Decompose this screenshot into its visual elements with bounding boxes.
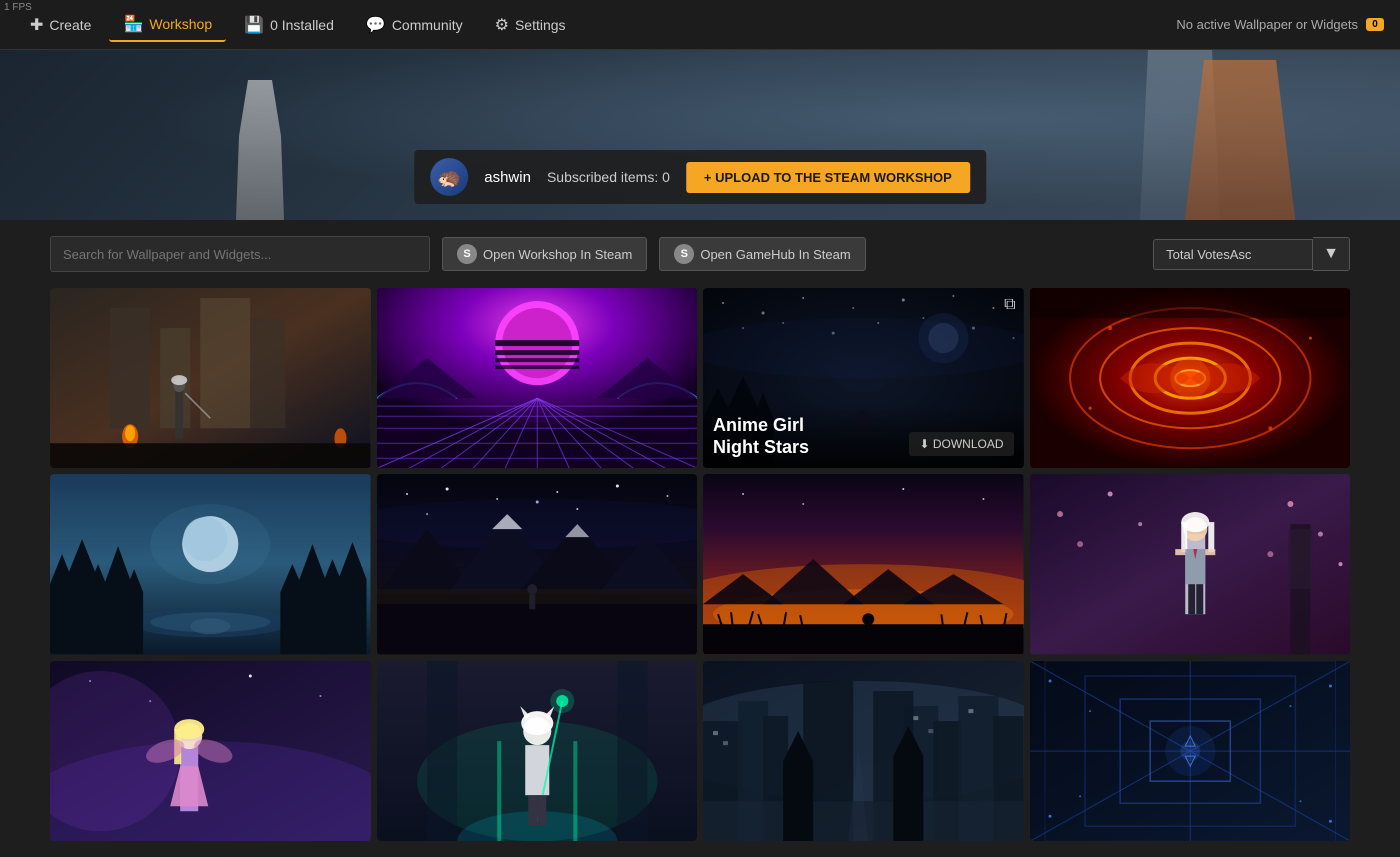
wallpaper-card-7[interactable] (703, 474, 1024, 654)
sort-select[interactable]: Total VotesAsc Total VotesDesc Newest (1153, 239, 1313, 270)
status-text: No active Wallpaper or Widgets (1176, 17, 1358, 32)
card-3-overlay: ⧉ Anime GirlNight Stars ⬇ DOWNLOAD (703, 288, 1024, 468)
notification-badge[interactable]: 0 (1366, 18, 1384, 31)
nav-settings-label: Settings (515, 17, 566, 33)
search-input[interactable] (50, 236, 430, 272)
steam-icon-workshop: S (457, 244, 477, 264)
nav-create-label: Create (49, 17, 91, 33)
wallpaper-card-12[interactable] (1030, 661, 1351, 841)
wallpaper-card-2[interactable] (377, 288, 698, 468)
sort-dropdown: Total VotesAsc Total VotesDesc Newest ▼ (1153, 237, 1350, 271)
download-button[interactable]: ⬇ DOWNLOAD (909, 432, 1013, 456)
wallpaper-card-3[interactable]: ⧉ Anime GirlNight Stars ⬇ DOWNLOAD (703, 288, 1024, 468)
upload-workshop-button[interactable]: + UPLOAD TO THE STEAM WORKSHOP (686, 162, 970, 193)
open-workshop-button[interactable]: S Open Workshop In Steam (442, 237, 647, 271)
wallpaper-card-5[interactable] (50, 474, 371, 654)
sort-dropdown-arrow[interactable]: ▼ (1313, 237, 1350, 271)
subscribed-count: Subscribed items: 0 (547, 169, 670, 185)
nav-right: No active Wallpaper or Widgets 0 (1176, 17, 1384, 32)
fps-label: 1 FPS (4, 2, 32, 13)
nav-installed[interactable]: 💾 0 Installed (230, 9, 348, 41)
settings-icon: ⚙ (495, 15, 509, 35)
top-navigation: 1 FPS ✚ Create 🏪 Workshop 💾 0 Installed … (0, 0, 1400, 50)
wallpaper-card-8[interactable] (1030, 474, 1351, 654)
nav-community[interactable]: 💬 Community (352, 9, 477, 41)
external-link-icon[interactable]: ⧉ (1004, 296, 1015, 314)
profile-bar: 🦔 ashwin Subscribed items: 0 + UPLOAD TO… (414, 150, 986, 204)
nav-community-label: Community (392, 17, 463, 33)
wallpaper-card-6[interactable] (377, 474, 698, 654)
content-area: S Open Workshop In Steam S Open GameHub … (0, 220, 1400, 857)
nav-workshop[interactable]: 🏪 Workshop (109, 8, 226, 42)
open-gamehub-label: Open GameHub In Steam (700, 247, 850, 262)
wallpaper-card-10[interactable] (377, 661, 698, 841)
nav-items: ✚ Create 🏪 Workshop 💾 0 Installed 💬 Comm… (16, 8, 1176, 42)
nav-installed-label: 0 Installed (270, 17, 334, 33)
steam-icon-gamehub: S (674, 244, 694, 264)
nav-workshop-label: Workshop (149, 16, 212, 32)
community-icon: 💬 (366, 15, 386, 35)
hero-banner: 🦔 ashwin Subscribed items: 0 + UPLOAD TO… (0, 50, 1400, 220)
wallpaper-grid: ⧉ Anime GirlNight Stars ⬇ DOWNLOAD (50, 288, 1350, 841)
nav-create[interactable]: ✚ Create (16, 9, 105, 41)
open-workshop-label: Open Workshop In Steam (483, 247, 632, 262)
nav-settings[interactable]: ⚙ Settings (481, 9, 580, 41)
open-gamehub-button[interactable]: S Open GameHub In Steam (659, 237, 865, 271)
installed-icon: 💾 (244, 15, 264, 35)
profile-name: ashwin (484, 169, 531, 186)
workshop-icon: 🏪 (123, 14, 143, 34)
wallpaper-card-1[interactable] (50, 288, 371, 468)
avatar: 🦔 (430, 158, 468, 196)
plus-icon: ✚ (30, 15, 43, 35)
search-row: S Open Workshop In Steam S Open GameHub … (50, 236, 1350, 272)
wallpaper-card-11[interactable] (703, 661, 1024, 841)
wallpaper-card-4[interactable] (1030, 288, 1351, 468)
wallpaper-card-9[interactable] (50, 661, 371, 841)
